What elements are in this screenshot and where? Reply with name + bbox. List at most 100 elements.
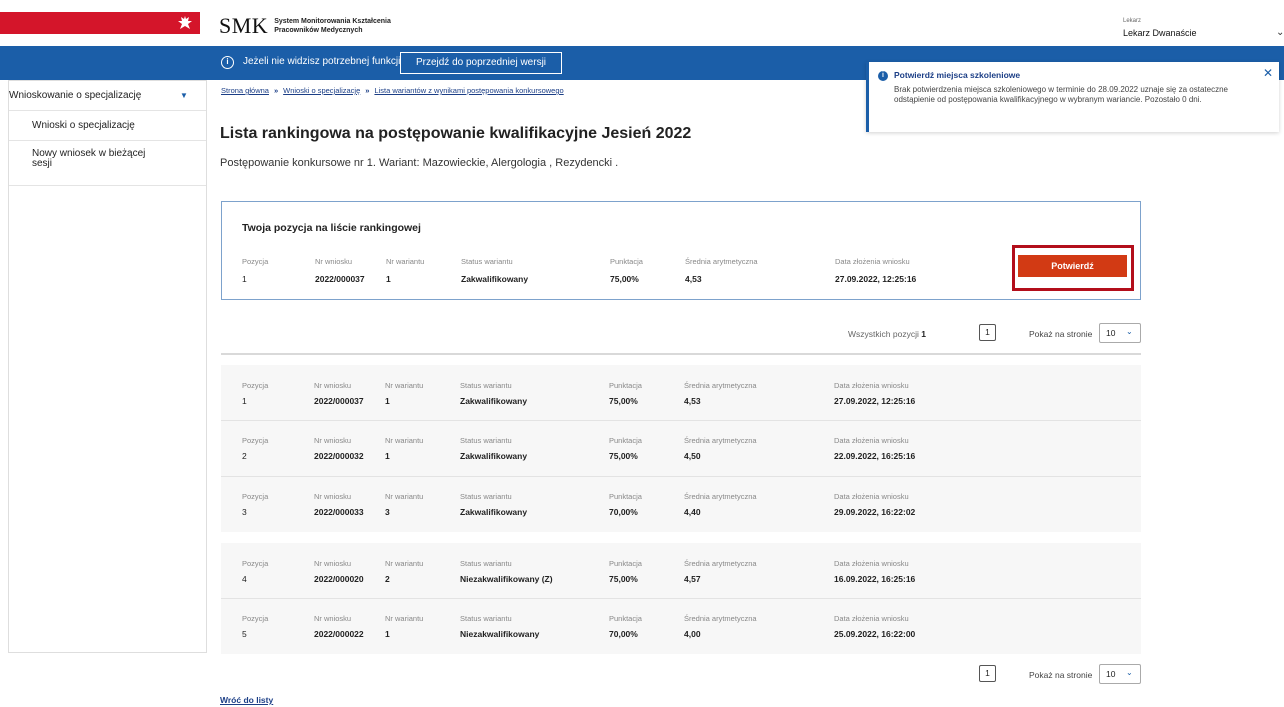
- logo-subtitle-line2: Pracowników Medycznych: [274, 27, 363, 34]
- per-page-select[interactable]: 10 ⌄: [1099, 323, 1141, 343]
- value-data: 25.09.2022, 16:22:00: [834, 629, 916, 639]
- logo-subtitle: System Monitorowania Kształcenia Pracown…: [274, 17, 391, 35]
- breadcrumb: Strona główna » Wnioski o specjalizację » Li…: [221, 86, 564, 95]
- per-page-select-bottom[interactable]: 10 ⌄: [1099, 664, 1141, 684]
- user-name: Lekarz Dwanaście: [1123, 28, 1197, 38]
- label-pozycja: Pozycja: [242, 381, 269, 390]
- value-status: Zakwalifikowany: [461, 274, 529, 284]
- label-srednia: Średnia arytmetyczna: [684, 559, 757, 568]
- logo-text: SMK: [219, 13, 269, 38]
- label-status: Status wariantu: [460, 559, 512, 568]
- value-punktacja: 75,00%: [609, 574, 638, 584]
- smk-logo[interactable]: SMK System Monitorowania Kształcenia Pra…: [219, 13, 391, 39]
- value-punktacja: 75,00%: [609, 396, 638, 406]
- value-nr-wariantu: 1: [385, 629, 390, 639]
- breadcrumb-lista-wariantow[interactable]: Lista wariantów z wynikami postępowania …: [374, 86, 563, 95]
- label-nr-wniosku: Nr wniosku: [314, 559, 352, 568]
- value-punktacja: 75,00%: [609, 451, 638, 461]
- label-punktacja: Punktacja: [609, 436, 642, 445]
- sidebar-section-label: Wnioskowanie o specjalizację: [9, 90, 142, 101]
- sidebar-section-wnioskowanie[interactable]: Wnioskowanie o specjalizację ▼: [9, 81, 206, 111]
- value-nr-wariantu: 3: [385, 507, 390, 517]
- label-nr-wariantu: Nr wariantu: [385, 614, 424, 623]
- label-nr-wniosku: Nr wniosku: [315, 257, 353, 266]
- label-data: Data złożenia wniosku: [834, 436, 909, 445]
- label-punktacja: Punktacja: [610, 257, 643, 266]
- value-srednia: 4,53: [684, 396, 701, 406]
- label-status: Status wariantu: [460, 492, 512, 501]
- my-rank-card: Twoja pozycja na liście rankingowej Pozy…: [221, 201, 1141, 300]
- value-nr-wariantu: 1: [386, 274, 391, 284]
- value-srednia: 4,53: [685, 274, 702, 284]
- value-pozycja: 3: [242, 507, 247, 517]
- previous-version-button[interactable]: Przejdź do poprzedniej wersji: [400, 52, 562, 74]
- label-punktacja: Punktacja: [609, 614, 642, 623]
- label-status: Status wariantu: [460, 381, 512, 390]
- value-srednia: 4,57: [684, 574, 701, 584]
- value-pozycja: 5: [242, 629, 247, 639]
- eagle-emblem-icon: [178, 16, 192, 29]
- label-status: Status wariantu: [460, 614, 512, 623]
- value-status: Niezakwalifikowany: [460, 629, 540, 639]
- sidebar: Wnioskowanie o specjalizację ▼ Wnioski o…: [8, 80, 207, 653]
- user-role: Lekarz: [1123, 18, 1142, 24]
- breadcrumb-home[interactable]: Strona główna: [221, 86, 269, 95]
- label-nr-wariantu: Nr wariantu: [385, 436, 424, 445]
- breadcrumb-wnioski[interactable]: Wnioski o specjalizację: [283, 86, 360, 95]
- user-menu[interactable]: Lekarz Lekarz Dwanaście: [1123, 18, 1197, 38]
- value-nr-wniosku: 2022/000033: [314, 507, 364, 517]
- value-punktacja: 70,00%: [609, 629, 638, 639]
- per-page-label-bottom: Pokaż na stronie: [1029, 670, 1093, 680]
- value-nr-wariantu: 1: [385, 396, 390, 406]
- label-nr-wariantu: Nr wariantu: [386, 257, 425, 266]
- label-punktacja: Punktacja: [609, 492, 642, 501]
- sidebar-item-label: Wnioski o specjalizację: [32, 120, 135, 131]
- sidebar-item-wnioski[interactable]: Wnioski o specjalizację: [9, 111, 206, 141]
- value-nr-wariantu: 2: [385, 574, 390, 584]
- per-page-value: 10: [1106, 669, 1116, 679]
- back-to-list-link[interactable]: Wróć do listy: [220, 695, 273, 705]
- label-srednia: Średnia arytmetyczna: [684, 614, 757, 623]
- value-pozycja: 2: [242, 451, 247, 461]
- value-nr-wniosku: 2022/000020: [314, 574, 364, 584]
- label-srednia: Średnia arytmetyczna: [684, 381, 757, 390]
- total-count: Wszystkich pozycji 1: [848, 329, 926, 339]
- value-punktacja: 70,00%: [609, 507, 638, 517]
- label-pozycja: Pozycja: [242, 492, 269, 501]
- sidebar-item-nowy-wniosek[interactable]: Nowy wniosek w bieżącej sesji: [9, 141, 149, 185]
- value-pozycja: 1: [242, 274, 247, 284]
- toast-body: Brak potwierdzenia miejsca szkoleniowego…: [894, 85, 1228, 104]
- chevron-down-icon[interactable]: ⌄: [1276, 27, 1284, 38]
- value-nr-wariantu: 1: [385, 451, 390, 461]
- page-subtitle: Postępowanie konkursowe nr 1. Wariant: M…: [220, 157, 619, 169]
- label-nr-wniosku: Nr wniosku: [314, 436, 352, 445]
- page-number-box[interactable]: 1: [979, 324, 996, 341]
- breadcrumb-separator: »: [273, 86, 279, 95]
- rank-card-title: Twoja pozycja na liście rankingowej: [242, 222, 421, 234]
- confirm-button[interactable]: Potwierdź: [1018, 255, 1127, 277]
- total-count-label: Wszystkich pozycji: [848, 329, 919, 339]
- value-nr-wniosku: 2022/000037: [315, 274, 365, 284]
- row-separator: [221, 420, 1141, 421]
- label-pozycja: Pozycja: [242, 614, 269, 623]
- per-page-value: 10: [1106, 328, 1116, 338]
- notification-toast: i Potwierdź miejsca szkoleniowe Brak pot…: [866, 62, 1279, 132]
- label-pozycja: Pozycja: [242, 559, 269, 568]
- caret-down-icon: ▼: [180, 91, 188, 100]
- label-pozycja: Pozycja: [242, 257, 269, 266]
- logo-subtitle-line1: System Monitorowania Kształcenia: [274, 18, 391, 25]
- label-status: Status wariantu: [461, 257, 513, 266]
- page-title: Lista rankingowa na postępowanie kwalifi…: [220, 125, 692, 142]
- value-status: Niezakwalifikowany (Z): [460, 574, 553, 584]
- value-nr-wniosku: 2022/000032: [314, 451, 364, 461]
- page-number-box-bottom[interactable]: 1: [979, 665, 996, 682]
- label-nr-wniosku: Nr wniosku: [314, 381, 352, 390]
- app-header: SMK System Monitorowania Kształcenia Pra…: [0, 0, 1284, 46]
- close-icon[interactable]: ✕: [1263, 66, 1273, 80]
- label-nr-wniosku: Nr wniosku: [314, 492, 352, 501]
- label-srednia: Średnia arytmetyczna: [684, 436, 757, 445]
- label-srednia: Średnia arytmetyczna: [684, 492, 757, 501]
- label-punktacja: Punktacja: [609, 381, 642, 390]
- value-srednia: 4,40: [684, 507, 701, 517]
- value-nr-wniosku: 2022/000022: [314, 629, 364, 639]
